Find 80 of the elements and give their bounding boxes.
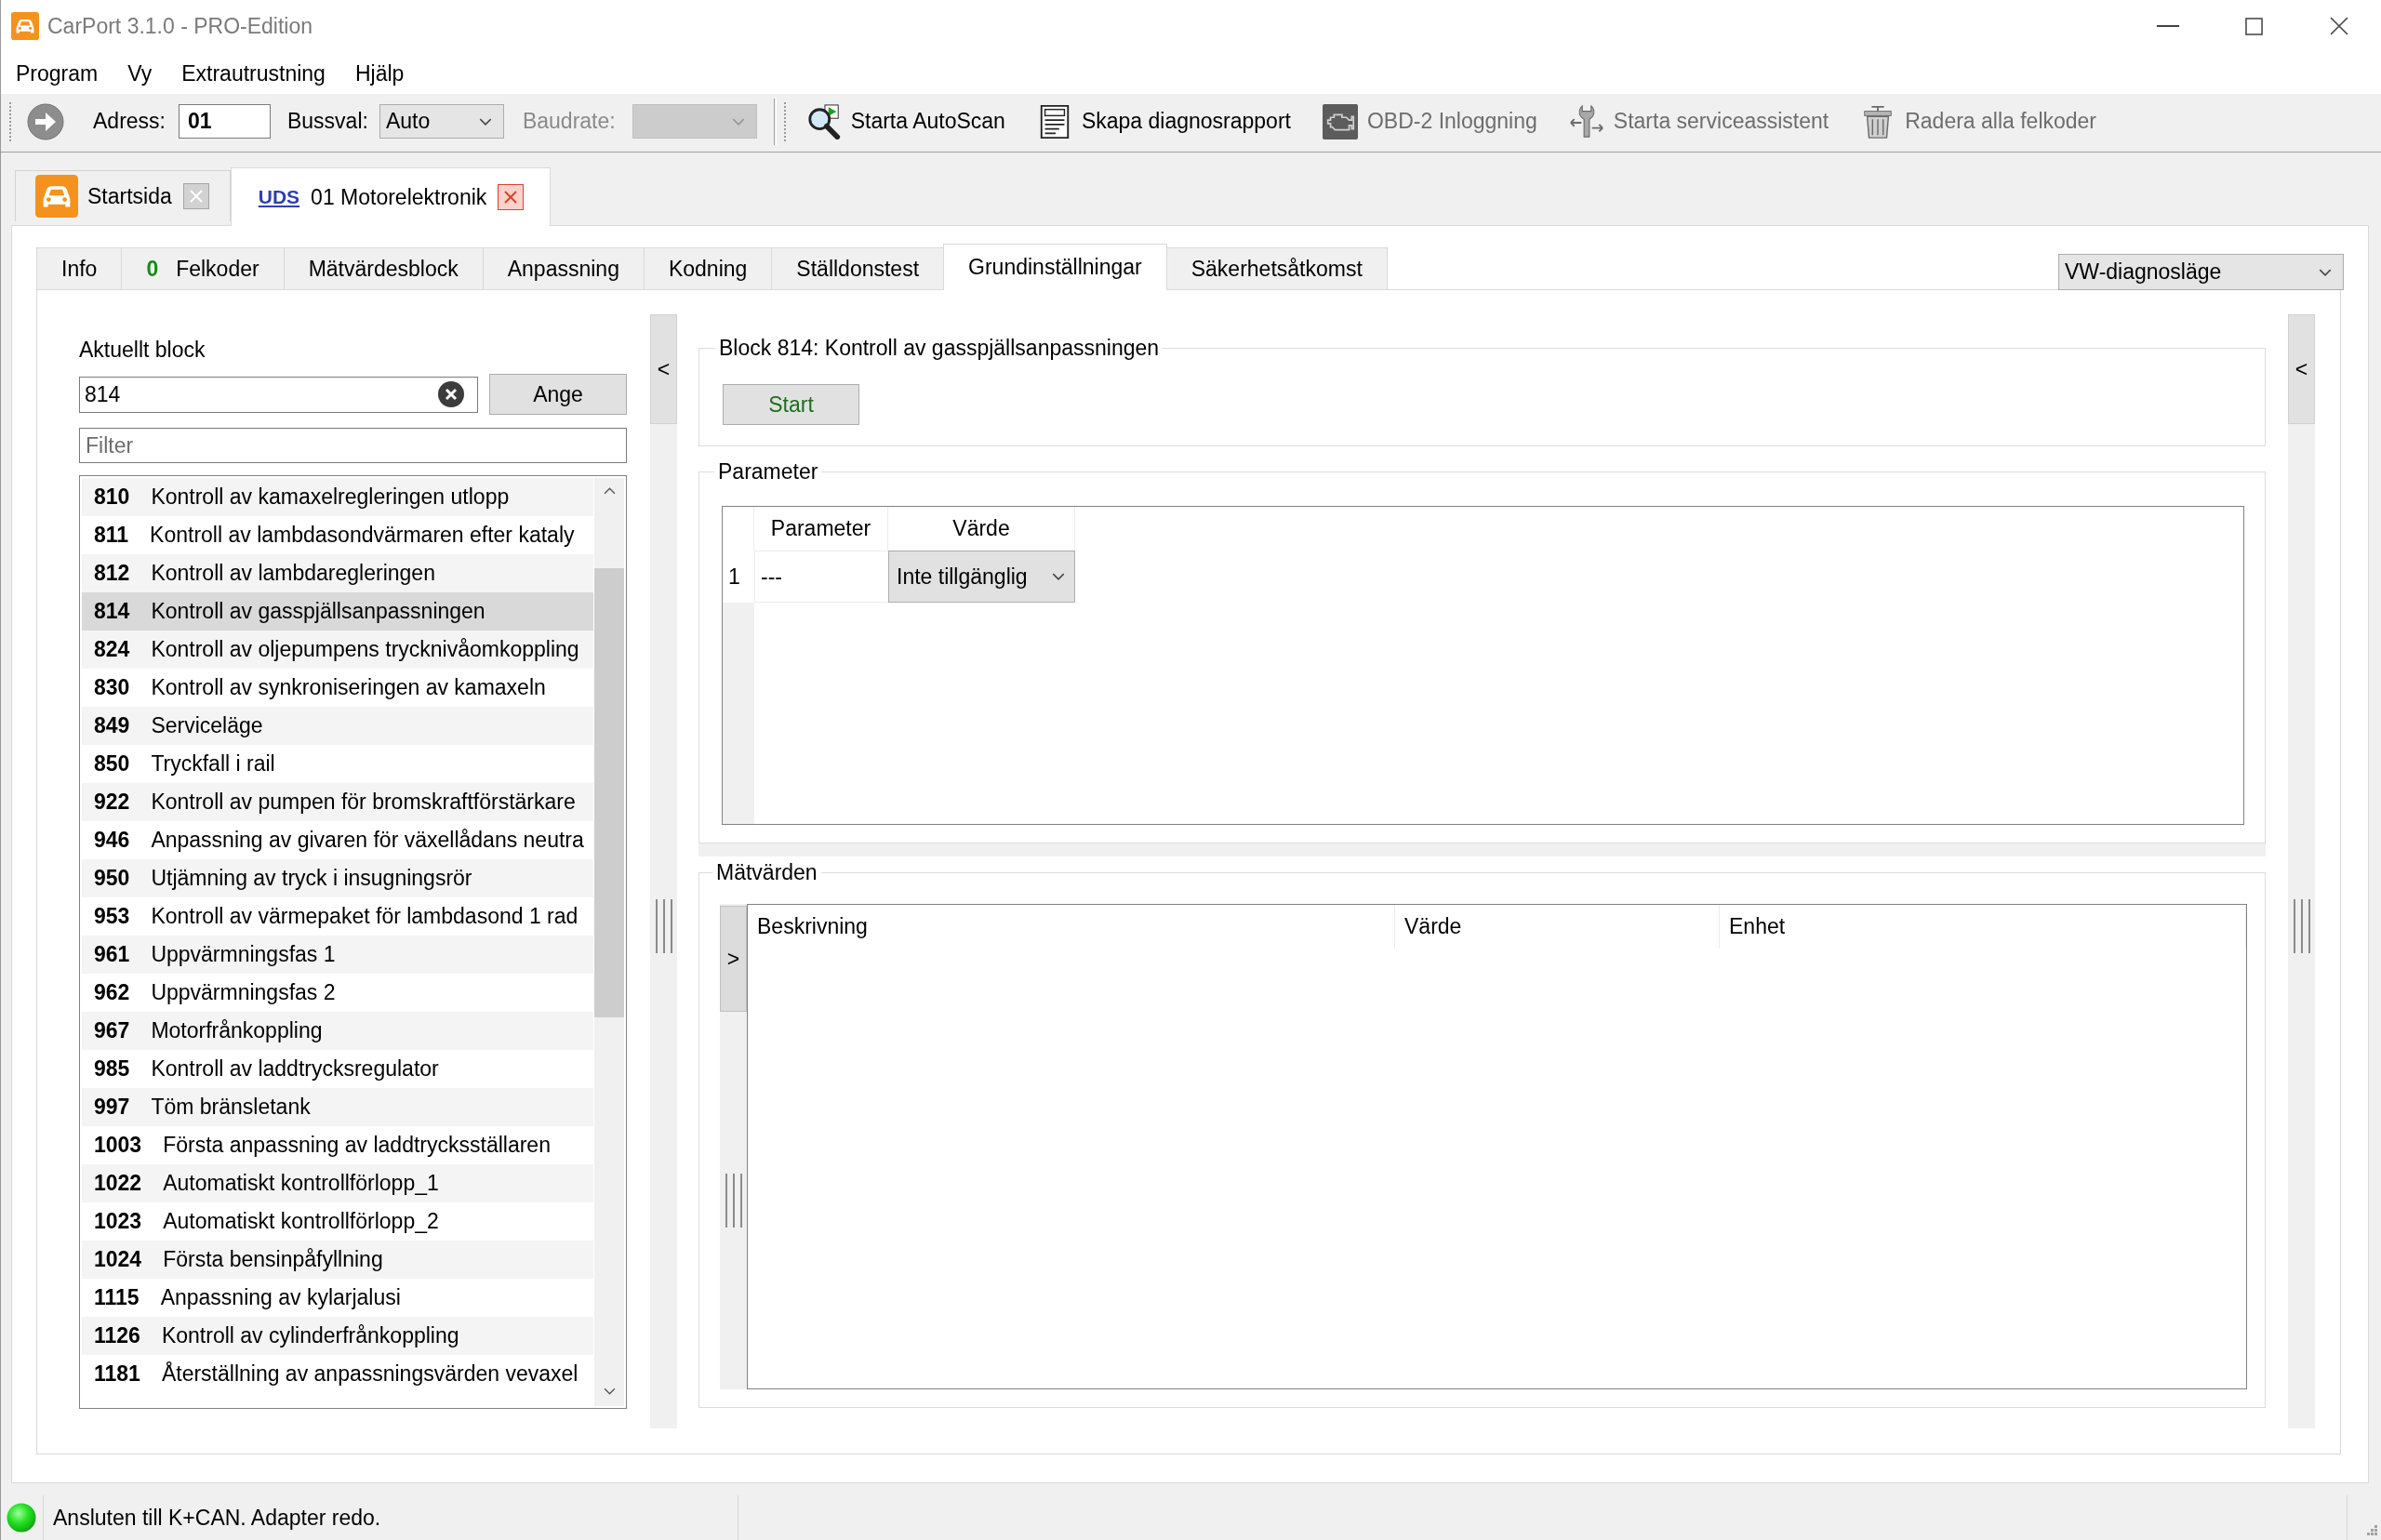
chevron-down-icon [2319, 268, 2332, 276]
document-tab[interactable]: Startsida [15, 170, 231, 221]
scrollbar-thumb[interactable] [594, 568, 624, 1017]
resize-grip-icon[interactable] [2365, 1523, 2378, 1536]
grip-icon[interactable] [2293, 899, 2310, 953]
filter-field[interactable]: Filter [79, 428, 627, 463]
bus-label: Bussval: [287, 109, 368, 134]
tab[interactable]: Grundinställningar [943, 244, 1167, 290]
close-icon[interactable] [498, 184, 525, 210]
tab[interactable]: Kodning [643, 247, 773, 289]
menu-item[interactable]: Program [1, 57, 113, 89]
apply-button[interactable]: Ange [489, 374, 627, 415]
chevron-down-icon [731, 117, 745, 126]
list-item[interactable]: 814 Kontroll av gasspjällsanpassningen [82, 592, 593, 631]
group-title: Mätvärden [715, 859, 818, 885]
collapse-button[interactable]: < [2288, 314, 2315, 424]
fault-count: 0 [146, 256, 159, 282]
chevron-down-icon [1052, 573, 1065, 580]
mode-select[interactable]: VW-diagnosläge [2058, 254, 2344, 290]
bus-select[interactable]: Auto [379, 104, 504, 139]
tab[interactable]: Mätvärdesblock [283, 247, 484, 289]
magnifier-icon [805, 103, 842, 139]
baudrate-label: Baudrate: [522, 109, 616, 134]
list-item[interactable]: 849 Serviceläge [82, 707, 593, 745]
arrow-right-icon[interactable] [27, 102, 64, 140]
group-title: Parameter [717, 458, 819, 485]
value-select[interactable]: Inte tillgänglig [888, 551, 1075, 603]
list-item[interactable]: 950 Utjämning av tryck i insugningsrör [82, 859, 593, 897]
wrench-icon [1568, 103, 1604, 139]
list-item[interactable]: 824 Kontroll av oljepumpens trycknivåomkoppling [82, 631, 593, 669]
list-item[interactable]: 1022 Automatiskt kontrollförlopp_1 [82, 1164, 593, 1202]
toolbar-grip-icon[interactable] [781, 100, 788, 142]
tab[interactable]: 0 Felkoder [121, 247, 285, 289]
engine-icon [1322, 103, 1358, 139]
close-icon[interactable] [2330, 17, 2348, 35]
list-item[interactable]: 1126 Kontroll av cylinderfrånkoppling [82, 1317, 593, 1355]
row-number: 1 [727, 563, 741, 591]
menu-item[interactable]: Extrautrustning [166, 57, 340, 89]
window-title: CarPort 3.1.0 - PRO-Edition [47, 13, 313, 39]
column-header: Enhet [1720, 905, 2246, 949]
list-item[interactable]: 1024 Första bensinpåfyllning [82, 1241, 593, 1279]
status-text: Ansluten till K+CAN. Adapter redo. [53, 1505, 381, 1531]
list-item[interactable]: 812 Kontroll av lambdaregleringen [82, 554, 593, 592]
document-tab[interactable]: UDS 01 Motorelektronik [230, 167, 552, 226]
column-header: Parameter [753, 507, 888, 551]
toolbar-button[interactable]: Starta AutoScan [800, 98, 1011, 145]
chevron-up-icon[interactable] [604, 487, 616, 495]
chevron-down-icon [478, 117, 492, 126]
car-icon [35, 175, 78, 218]
start-button[interactable]: Start [723, 384, 859, 425]
group-title: Block 814: Kontroll av gasspjällsanpassningen [718, 335, 1161, 361]
tab[interactable]: Info [36, 247, 123, 289]
clear-icon[interactable] [438, 381, 464, 407]
list-item[interactable]: 967 Motorfrånkoppling [82, 1012, 593, 1050]
tab[interactable]: Anpassning [482, 247, 645, 289]
list-item[interactable]: 810 Kontroll av kamaxelregleringen utlopp [82, 478, 593, 516]
menu-item[interactable]: Vy [113, 57, 167, 89]
address-field[interactable]: 01 [179, 104, 271, 139]
list-item[interactable]: 997 Töm bränsletank [82, 1088, 593, 1126]
column-header: Beskrivning [748, 905, 1395, 949]
tab[interactable]: Säkerhetsåtkomst [1165, 247, 1388, 289]
protocol-label: UDS [258, 186, 300, 208]
address-label: Adress: [93, 109, 166, 134]
block-label: Aktuellt block [79, 337, 206, 363]
collapse-button[interactable]: < [650, 314, 677, 424]
grip-icon[interactable] [655, 899, 672, 953]
maximize-icon[interactable] [2244, 17, 2263, 35]
block-field[interactable]: 814 [79, 376, 478, 413]
tab[interactable]: Ställdonstest [771, 247, 945, 289]
scrollbar[interactable] [594, 478, 624, 1406]
list-item[interactable]: 961 Uppvärmningsfas 1 [82, 936, 593, 974]
chevron-down-icon[interactable] [604, 1387, 616, 1395]
list-item[interactable]: 922 Kontroll av pumpen för bromskraftförstärkare [82, 783, 593, 821]
menu-item[interactable]: Hjälp [339, 57, 419, 89]
column-header: Värde [1395, 905, 1720, 949]
toolbar-button[interactable]: Skapa diagnosrapport [1031, 98, 1297, 145]
toolbar-grip-icon[interactable] [7, 100, 13, 142]
grip-icon[interactable] [725, 1174, 742, 1228]
expand-button[interactable]: > [720, 906, 747, 1012]
car-icon [11, 12, 39, 40]
